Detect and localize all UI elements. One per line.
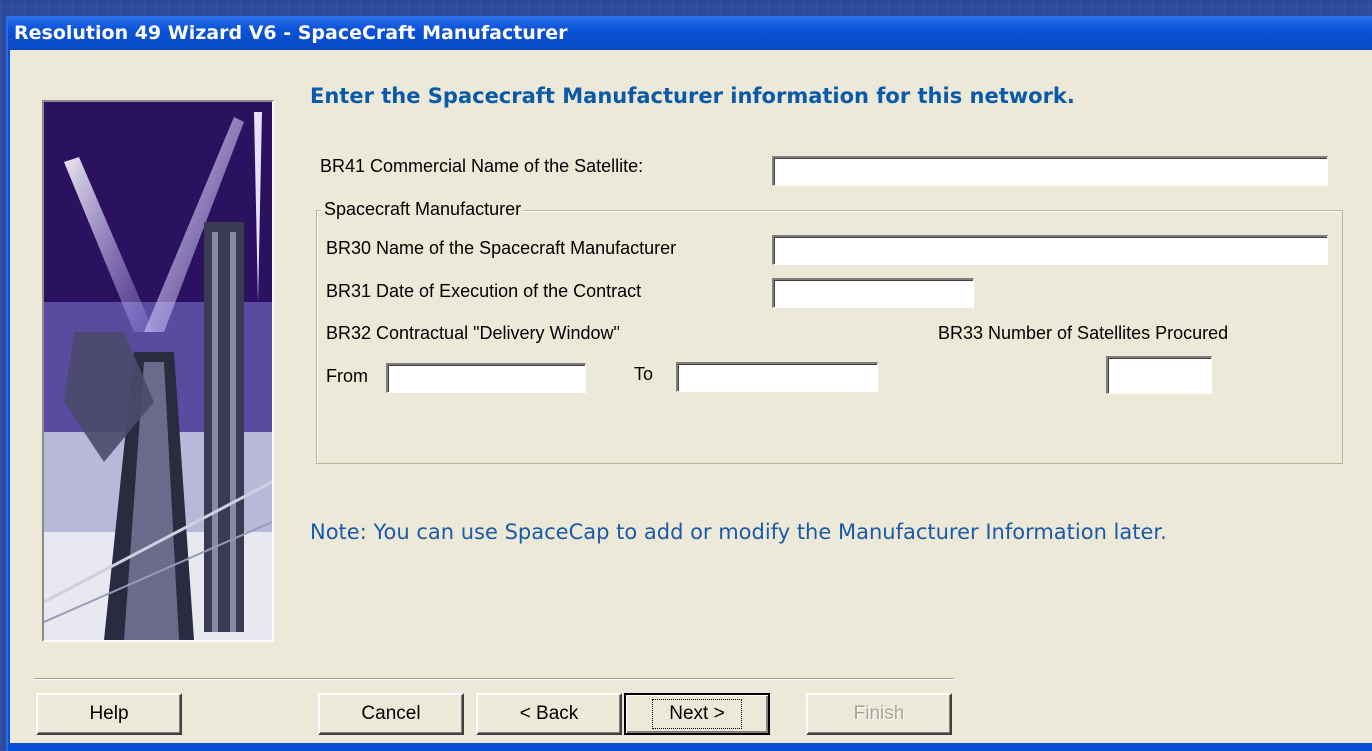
next-button[interactable]: Next > [624, 693, 770, 735]
from-label: From [326, 366, 368, 386]
wizard-window: Resolution 49 Wizard V6 - SpaceCraft Man… [6, 16, 1372, 751]
window-bottom-border [8, 743, 1372, 751]
help-button-label: Help [89, 703, 129, 724]
back-button-label: < Back [519, 703, 579, 724]
group-label: Spacecraft Manufacturer [321, 199, 525, 220]
br31-label: BR31 Date of Execution of the Contract [326, 281, 642, 301]
help-button[interactable]: Help [36, 693, 182, 735]
window-title: Resolution 49 Wizard V6 - SpaceCraft Man… [14, 22, 568, 44]
br33-label: BR33 Number of Satellites Procured [938, 323, 1229, 343]
next-button-label: Next > [652, 699, 742, 729]
br31-contract-date-input[interactable] [772, 278, 974, 308]
delivery-from-input[interactable] [386, 363, 586, 393]
title-bar[interactable]: Resolution 49 Wizard V6 - SpaceCraft Man… [8, 16, 1372, 50]
cancel-button[interactable]: Cancel [318, 693, 464, 735]
to-label: To [634, 364, 654, 384]
br41-commercial-name-input[interactable] [772, 156, 1328, 186]
br32-label: BR32 Contractual "Delivery Window" [326, 323, 620, 343]
back-button[interactable]: < Back [476, 693, 622, 735]
finish-button: Finish [806, 693, 952, 735]
wizard-side-image [42, 100, 274, 642]
page-heading: Enter the Spacecraft Manufacturer inform… [310, 84, 1075, 108]
finish-button-label: Finish [853, 703, 905, 724]
delivery-to-input[interactable] [676, 362, 878, 392]
button-separator [34, 678, 954, 680]
br30-manufacturer-name-input[interactable] [772, 235, 1328, 265]
br30-label: BR30 Name of the Spacecraft Manufacturer [326, 238, 677, 258]
note-text: Note: You can use SpaceCap to add or mod… [310, 520, 1167, 544]
dialog-client-area: Enter the Spacecraft Manufacturer inform… [10, 50, 1372, 743]
br41-label: BR41 Commercial Name of the Satellite: [320, 156, 644, 176]
br33-satellites-count-input[interactable] [1106, 356, 1212, 394]
cancel-button-label: Cancel [361, 703, 421, 724]
